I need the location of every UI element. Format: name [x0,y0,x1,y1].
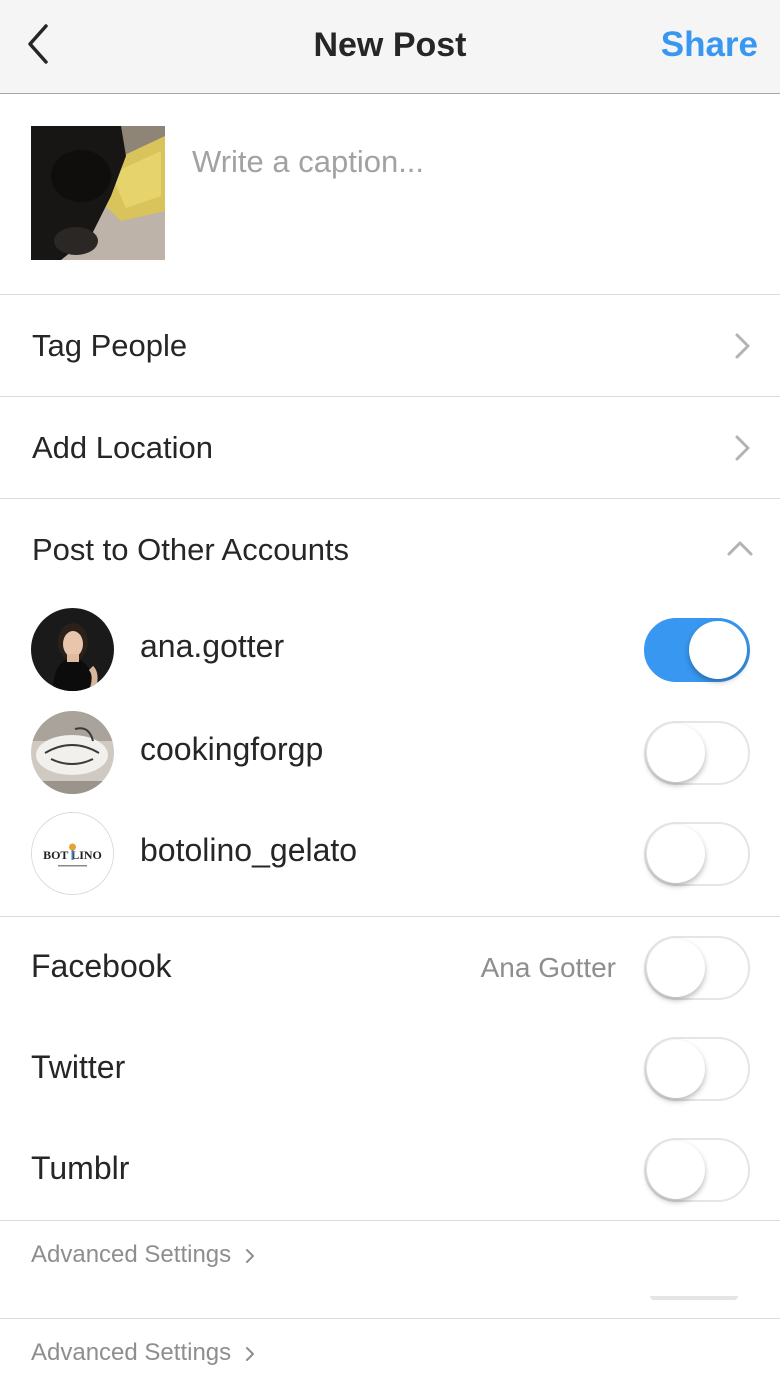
advanced-settings-link[interactable]: Advanced Settings [31,1241,255,1269]
advanced-settings-label: Advanced Settings [31,1339,232,1366]
twitter-toggle[interactable] [644,1037,750,1101]
advanced-settings-link[interactable]: Advanced Settings [31,1339,255,1367]
account-name: ana.gotter [140,628,285,664]
chevron-right-icon [246,1346,255,1361]
account-name: botolino_gelato [140,832,358,868]
share-facebook-row: Facebook Ana Gotter [0,918,780,1018]
account-toggle[interactable] [644,721,750,785]
chevron-up-icon [727,541,753,556]
add-location-label: Add Location [32,430,213,465]
partial-toggle-edge [650,1296,738,1300]
avatar [31,711,114,794]
divider [0,916,780,917]
tumblr-toggle[interactable] [644,1138,750,1202]
nav-header: New Post Share [0,0,780,94]
avatar [31,608,114,691]
toggle-knob [647,1040,705,1098]
toggle-knob [647,724,705,782]
toggle-knob [647,1141,705,1199]
share-tumblr-row: Tumblr [0,1120,780,1220]
toggle-knob [647,825,705,883]
other-accounts-label: Post to Other Accounts [32,532,350,567]
other-accounts-header[interactable]: Post to Other Accounts [0,499,780,599]
caption-input[interactable]: Write a caption... [192,144,424,180]
twitter-label: Twitter [31,1049,126,1085]
account-row: ana.gotter [0,600,780,700]
toggle-knob [689,621,747,679]
account-row: cookingforgp [0,703,780,803]
chevron-right-icon [735,333,750,359]
tag-people-label: Tag People [32,328,188,363]
account-toggle[interactable] [644,618,750,682]
compose-section: Write a caption... [0,94,780,295]
tumblr-label: Tumblr [31,1150,130,1186]
post-thumbnail [31,126,165,260]
add-location-row[interactable]: Add Location [0,397,780,499]
chevron-right-icon [246,1248,255,1263]
share-button[interactable]: Share [661,25,758,65]
account-name: cookingforgp [140,731,324,767]
account-row: BOT LINO botolino_gelato [0,804,780,904]
facebook-toggle[interactable] [644,936,750,1000]
advanced-settings-label: Advanced Settings [31,1241,232,1268]
avatar: BOT LINO [31,812,114,895]
facebook-label: Facebook [31,948,172,984]
chevron-right-icon [735,435,750,461]
advanced-settings-row[interactable]: Advanced Settings [0,1220,780,1318]
account-toggle[interactable] [644,822,750,886]
facebook-account-name: Ana Gotter [480,952,616,983]
share-twitter-row: Twitter [0,1019,780,1119]
advanced-settings-row[interactable]: Advanced Settings [0,1318,780,1394]
tag-people-row[interactable]: Tag People [0,295,780,397]
toggle-knob [647,939,705,997]
